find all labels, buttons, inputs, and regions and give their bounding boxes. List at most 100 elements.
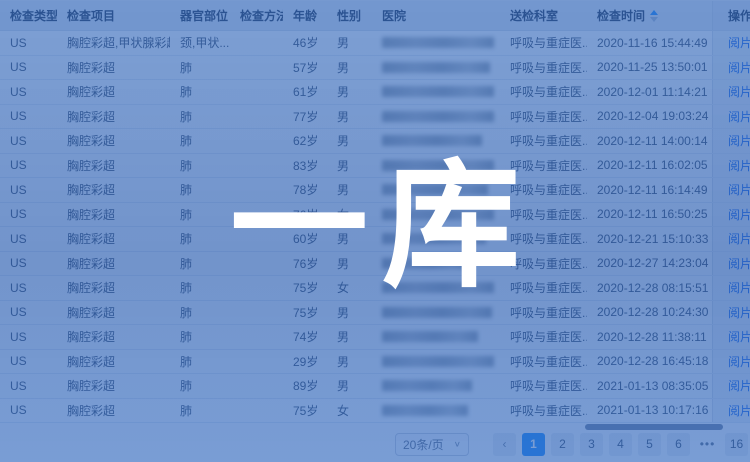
view-image-link[interactable]: 阅片 xyxy=(728,353,750,370)
cell-organ-part: 肺 xyxy=(170,105,230,129)
cell-exam-method xyxy=(230,56,283,80)
cell-send-dept: 呼吸与重症医... xyxy=(500,56,587,80)
cell-exam-item: 胸腔彩超 xyxy=(57,374,170,398)
table-row: US 胸腔彩超 肺 75岁 女 呼吸与重症医... 2020-12-28 08:… xyxy=(0,276,750,301)
chevron-down-icon: ∨ xyxy=(454,440,461,449)
cell-exam-type: US xyxy=(0,325,57,349)
cell-age: 60岁 xyxy=(283,227,327,251)
page-size-value: 20条/页 xyxy=(403,436,444,453)
cell-exam-method xyxy=(230,227,283,251)
cell-gender: 男 xyxy=(327,350,372,374)
cell-gender: 男 xyxy=(327,56,372,80)
cell-exam-type: US xyxy=(0,374,57,398)
cell-send-dept: 呼吸与重症医... xyxy=(500,105,587,129)
sort-caret-icon[interactable] xyxy=(650,10,658,22)
column-header-gender: 性别 xyxy=(327,7,372,24)
cell-send-dept: 呼吸与重症医... xyxy=(500,178,587,202)
cell-exam-time: 2020-12-28 11:38:11 xyxy=(587,325,712,349)
column-header-actions: 操作 xyxy=(712,1,750,30)
page-button-1[interactable]: 1 xyxy=(522,433,545,456)
cell-exam-item: 胸腔彩超 xyxy=(57,252,170,276)
view-image-link[interactable]: 阅片 xyxy=(728,304,750,321)
cell-hospital xyxy=(372,276,500,300)
cell-actions: 阅片 xyxy=(712,301,750,325)
horizontal-scrollbar-thumb[interactable] xyxy=(585,424,723,430)
hospital-redacted-blur xyxy=(382,331,478,342)
cell-organ-part: 颈,甲状... xyxy=(170,31,230,55)
cell-exam-type: US xyxy=(0,105,57,129)
cell-exam-type: US xyxy=(0,178,57,202)
cell-exam-time: 2020-12-11 16:02:05 xyxy=(587,154,712,178)
table-row: US 胸腔彩超 肺 62岁 男 呼吸与重症医... 2020-12-11 14:… xyxy=(0,129,750,154)
view-image-link[interactable]: 阅片 xyxy=(728,59,750,76)
cell-exam-time: 2020-12-01 11:14:21 xyxy=(587,80,712,104)
cell-exam-item: 胸腔彩超 xyxy=(57,178,170,202)
view-image-link[interactable]: 阅片 xyxy=(728,402,750,419)
more-pages-button[interactable]: ••• xyxy=(696,433,719,456)
horizontal-scrollbar[interactable] xyxy=(0,424,750,431)
view-image-link[interactable]: 阅片 xyxy=(728,206,750,223)
view-image-link[interactable]: 阅片 xyxy=(728,255,750,272)
cell-age: 57岁 xyxy=(283,56,327,80)
cell-organ-part: 肺 xyxy=(170,56,230,80)
cell-age: 76岁 xyxy=(283,203,327,227)
cell-exam-method xyxy=(230,325,283,349)
cell-age: 61岁 xyxy=(283,80,327,104)
page-button-4[interactable]: 4 xyxy=(609,433,632,456)
hospital-redacted-blur xyxy=(382,135,482,146)
cell-send-dept: 呼吸与重症医... xyxy=(500,31,587,55)
page-button-6[interactable]: 6 xyxy=(667,433,690,456)
view-image-link[interactable]: 阅片 xyxy=(728,328,750,345)
view-image-link[interactable]: 阅片 xyxy=(728,377,750,394)
view-image-link[interactable]: 阅片 xyxy=(728,181,750,198)
page-button-16[interactable]: 16 xyxy=(725,433,748,456)
cell-exam-item: 胸腔彩超 xyxy=(57,276,170,300)
cell-exam-item: 胸腔彩超 xyxy=(57,105,170,129)
column-header-exam-type: 检查类型 xyxy=(0,7,57,24)
cell-gender: 男 xyxy=(327,374,372,398)
page-button-2[interactable]: 2 xyxy=(551,433,574,456)
cell-actions: 阅片 xyxy=(712,154,750,178)
page-button-5[interactable]: 5 xyxy=(638,433,661,456)
prev-page-button[interactable]: ‹ xyxy=(493,433,516,456)
column-header-exam-time[interactable]: 检查时间 xyxy=(587,7,712,24)
cell-organ-part: 肺 xyxy=(170,227,230,251)
cell-organ-part: 肺 xyxy=(170,252,230,276)
table-row: US 胸腔彩超 肺 76岁 女 呼吸与重症医... 2020-12-11 16:… xyxy=(0,203,750,228)
cell-exam-time: 2020-12-27 14:23:04 xyxy=(587,252,712,276)
cell-exam-time: 2020-12-28 16:45:18 xyxy=(587,350,712,374)
cell-gender: 男 xyxy=(327,301,372,325)
cell-send-dept: 呼吸与重症医... xyxy=(500,227,587,251)
hospital-redacted-blur xyxy=(382,307,492,318)
cell-exam-type: US xyxy=(0,203,57,227)
view-image-link[interactable]: 阅片 xyxy=(728,279,750,296)
cell-exam-item: 胸腔彩超 xyxy=(57,129,170,153)
cell-exam-method xyxy=(230,31,283,55)
view-image-link[interactable]: 阅片 xyxy=(728,108,750,125)
view-image-link[interactable]: 阅片 xyxy=(728,230,750,247)
cell-exam-time: 2020-12-28 10:24:30 xyxy=(587,301,712,325)
cell-organ-part: 肺 xyxy=(170,129,230,153)
cell-hospital xyxy=(372,105,500,129)
cell-actions: 阅片 xyxy=(712,56,750,80)
view-image-link[interactable]: 阅片 xyxy=(728,34,750,51)
cell-hospital xyxy=(372,31,500,55)
cell-organ-part: 肺 xyxy=(170,276,230,300)
table-row: US 胸腔彩超 肺 57岁 男 呼吸与重症医... 2020-11-25 13:… xyxy=(0,56,750,81)
view-image-link[interactable]: 阅片 xyxy=(728,157,750,174)
cell-gender: 男 xyxy=(327,80,372,104)
page-size-select[interactable]: 20条/页 ∨ xyxy=(395,433,469,456)
cell-hospital xyxy=(372,129,500,153)
cell-hospital xyxy=(372,399,500,423)
hospital-redacted-blur xyxy=(382,37,494,48)
hospital-redacted-blur xyxy=(382,282,494,293)
cell-exam-time: 2020-12-28 08:15:51 xyxy=(587,276,712,300)
view-image-link[interactable]: 阅片 xyxy=(728,132,750,149)
page-button-3[interactable]: 3 xyxy=(580,433,603,456)
view-image-link[interactable]: 阅片 xyxy=(728,83,750,100)
cell-hospital xyxy=(372,325,500,349)
column-header-organ-part: 器官部位 xyxy=(170,7,230,24)
table-row: US 胸腔彩超 肺 61岁 男 呼吸与重症医... 2020-12-01 11:… xyxy=(0,80,750,105)
cell-send-dept: 呼吸与重症医... xyxy=(500,301,587,325)
cell-exam-type: US xyxy=(0,154,57,178)
